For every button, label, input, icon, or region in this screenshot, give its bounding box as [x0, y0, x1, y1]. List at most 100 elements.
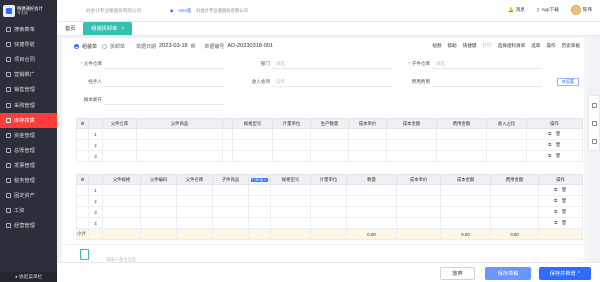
table-cell[interactable] — [232, 150, 273, 162]
fee-item-input[interactable] — [432, 77, 542, 87]
discard-button[interactable]: 放弃 — [440, 267, 475, 280]
table-cell[interactable] — [248, 206, 271, 218]
sidebar-item[interactable]: 总账管理 — [0, 143, 57, 158]
table-cell[interactable] — [176, 184, 213, 196]
table-cell[interactable] — [396, 217, 441, 229]
table-cell[interactable] — [490, 184, 539, 196]
table-cell[interactable] — [76, 150, 89, 162]
copy-icon[interactable]: ⧉ — [548, 153, 551, 159]
copy-icon[interactable]: ⧉ — [554, 220, 557, 226]
close-icon[interactable]: × — [121, 26, 124, 32]
copy-icon[interactable]: ⧉ — [554, 187, 557, 193]
sidebar-item[interactable]: 发票管理 — [0, 158, 57, 173]
table-cell[interactable] — [490, 217, 539, 229]
table-cell[interactable] — [176, 206, 213, 218]
table-row[interactable]: 2 ⧉ 🗑 — [76, 139, 583, 151]
table-cell[interactable] — [270, 184, 311, 196]
collapse-sidebar-button[interactable]: ◂ 收起菜单栏 — [0, 272, 57, 282]
toolbar-action[interactable]: 选单 — [531, 43, 540, 49]
table-cell[interactable] — [490, 206, 539, 218]
app-download-button[interactable]: ▯ App下载 — [537, 7, 559, 13]
save-and-new-button[interactable]: 保存并新增 ^ — [539, 267, 591, 280]
toolbar-action[interactable]: 快捷键 — [463, 43, 477, 49]
table-cell[interactable] — [348, 139, 387, 151]
toolbar-action[interactable]: 打印 — [482, 43, 491, 49]
table-cell[interactable] — [140, 217, 177, 229]
toolbar-action[interactable]: 视频 — [432, 43, 441, 49]
department-field[interactable]: 部门 请选 — [232, 58, 392, 70]
table-cell[interactable]: ⧉ 🗑 — [538, 206, 583, 218]
table-cell[interactable] — [310, 195, 347, 207]
table-cell[interactable] — [270, 195, 311, 207]
table-cell[interactable] — [76, 217, 89, 229]
table-row[interactable]: 1 ⧉ 🗑 — [76, 184, 583, 196]
table-cell[interactable] — [102, 184, 141, 196]
table-cell[interactable] — [346, 184, 397, 196]
company-switcher[interactable]: ◆ VSA版 好会计专业版股份有限公司 — [170, 8, 248, 14]
table-cell[interactable] — [486, 139, 527, 151]
income-subject-field[interactable]: 收入会项 选择 — [232, 76, 392, 88]
table-cell[interactable] — [396, 184, 441, 196]
table-cell[interactable]: 4 — [88, 217, 103, 229]
copy-icon[interactable]: ⧉ — [548, 142, 551, 148]
table-cell[interactable] — [346, 217, 397, 229]
table-cell[interactable]: ⧉ 🗑 — [526, 150, 583, 162]
table-cell[interactable] — [310, 139, 349, 151]
table-cell[interactable] — [486, 150, 527, 162]
table-row[interactable]: 3 ⧉ 🗑 — [76, 150, 583, 162]
table-cell[interactable] — [440, 184, 491, 196]
tab-home[interactable]: 首页 — [57, 22, 83, 35]
handler-input[interactable] — [104, 77, 224, 87]
toolbar-action[interactable]: 帮助 — [447, 43, 456, 49]
sidebar-item[interactable]: 库存核算 — [0, 112, 57, 128]
copy-icon[interactable]: ⧉ — [554, 209, 557, 215]
mode-disassemble[interactable]: 拆卸单 — [102, 43, 125, 50]
table-cell[interactable] — [396, 195, 441, 207]
table-cell[interactable] — [76, 128, 89, 140]
table-row[interactable]: 4 ⧉ 🗑 — [76, 217, 583, 229]
table-cell[interactable] — [248, 184, 271, 196]
table-cell[interactable]: ⧉ 🗑 — [526, 128, 583, 140]
copy-icon[interactable]: ⧉ — [554, 198, 557, 204]
sidebar-item[interactable]: 快捷导航 — [0, 37, 57, 52]
table-cell[interactable] — [436, 128, 487, 140]
table-cell[interactable] — [136, 128, 223, 140]
table-cell[interactable] — [348, 150, 387, 162]
table-cell[interactable]: 3 — [88, 206, 103, 218]
table-cell[interactable] — [490, 195, 539, 207]
table-cell[interactable] — [222, 128, 233, 140]
table-cell[interactable] — [386, 150, 437, 162]
delete-icon[interactable]: 🗑 — [561, 220, 567, 226]
table-cell[interactable] — [310, 206, 347, 218]
messages-button[interactable]: 🔔 消息 — [508, 7, 525, 13]
link-icon[interactable] — [591, 102, 597, 108]
table-cell[interactable] — [248, 217, 271, 229]
table-cell[interactable]: 2 — [88, 139, 103, 151]
table-cell[interactable] — [212, 217, 249, 229]
fee-item-field[interactable]: 费用费用 — [392, 76, 542, 88]
sidebar-item[interactable]: 税务管理 — [0, 173, 57, 188]
table-cell[interactable] — [486, 128, 527, 140]
scan-input-button[interactable]: 扫码录入 — [250, 177, 269, 182]
table-cell[interactable] — [212, 206, 249, 218]
sidebar-item[interactable]: 工资 — [0, 203, 57, 218]
toolbar-action[interactable]: 历史单据 — [562, 43, 580, 49]
table-cell[interactable] — [346, 195, 397, 207]
table-cell[interactable] — [232, 139, 273, 151]
table-cell[interactable] — [140, 195, 177, 207]
table-cell[interactable] — [396, 206, 441, 218]
income-subject-input[interactable]: 选择 — [272, 77, 392, 87]
date-field[interactable]: 单据日期 2023-03-18 ▦ — [136, 43, 195, 50]
table-cell[interactable] — [440, 206, 491, 218]
custom-field-input[interactable] — [104, 95, 224, 105]
table-cell[interactable]: ⧉ 🗑 — [538, 217, 583, 229]
table-cell[interactable]: 1 — [88, 184, 103, 196]
table-cell[interactable]: 1 — [88, 128, 103, 140]
table-cell[interactable]: ⧉ 🗑 — [538, 184, 583, 196]
table-cell[interactable] — [140, 184, 177, 196]
parent-warehouse-field[interactable]: * 父件仓库 — [64, 58, 224, 70]
parent-warehouse-input[interactable] — [104, 59, 224, 69]
table-cell[interactable]: ⧉ 🗑 — [526, 139, 583, 151]
delete-icon[interactable]: 🗑 — [555, 131, 561, 137]
delete-icon[interactable]: 🗑 — [555, 142, 561, 148]
